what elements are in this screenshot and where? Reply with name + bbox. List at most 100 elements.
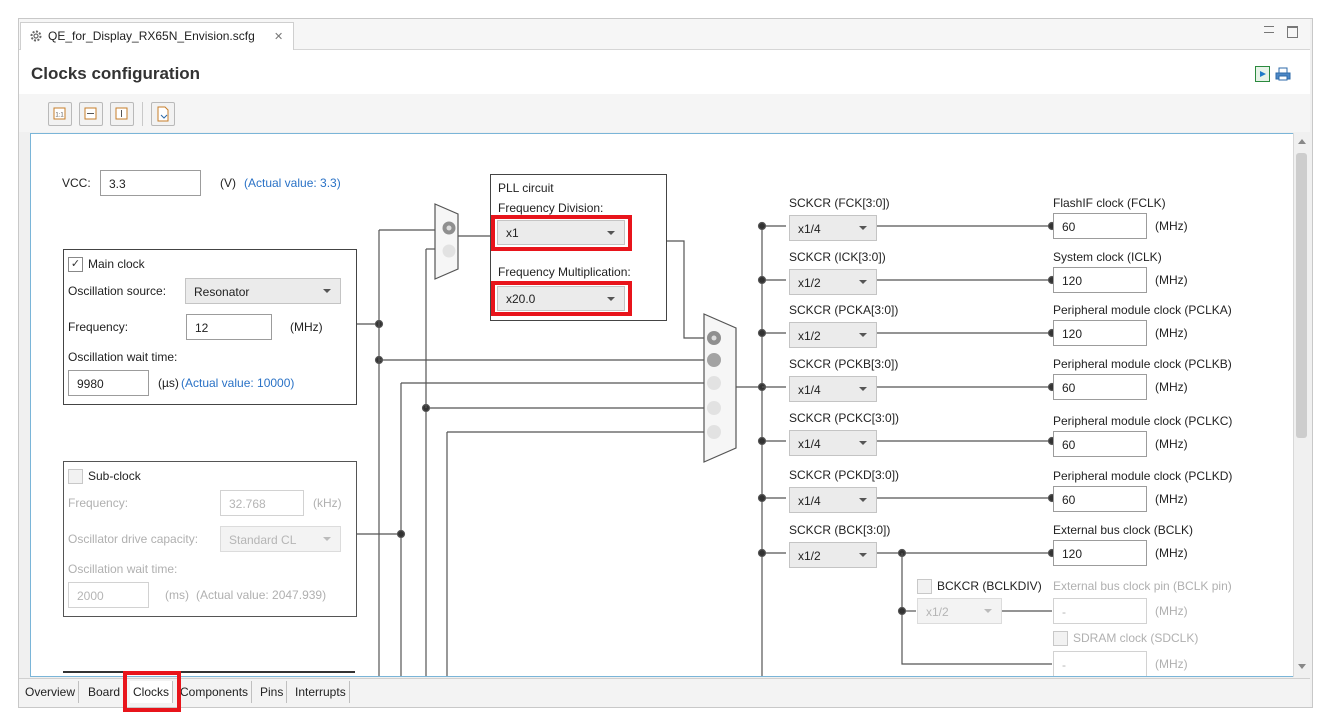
divider-select[interactable]: x1/4: [789, 430, 877, 456]
sub-clock-checkbox[interactable]: [68, 469, 83, 484]
divider-select[interactable]: x1/4: [789, 487, 877, 513]
vcc-label: VCC:: [62, 176, 91, 190]
fit-size-button[interactable]: 1:1: [48, 102, 72, 126]
drive-capacity-select[interactable]: Standard CL: [220, 526, 341, 552]
sdram-value[interactable]: -: [1053, 651, 1147, 676]
oscillation-wait-label: Oscillation wait time:: [68, 350, 178, 364]
next-panel-edge: [63, 671, 355, 676]
main-clock-label: Main clock: [88, 257, 145, 271]
output-clock-label: Peripheral module clock (PCLKD): [1053, 469, 1233, 483]
divider-label: SCKCR (PCKC[3:0]): [789, 411, 900, 425]
sdram-label: SDRAM clock (SDCLK): [1073, 631, 1199, 645]
divider-value: x1/4: [798, 494, 821, 508]
output-clock-label: Peripheral module clock (PCLKC): [1053, 414, 1233, 428]
drive-capacity-label: Oscillator drive capacity:: [68, 532, 199, 546]
tab-overview[interactable]: Overview: [22, 681, 80, 703]
oscillation-source-value: Resonator: [194, 285, 250, 299]
gear-icon: [29, 29, 43, 46]
output-clock-row: Peripheral module clock (PCLKB) 60 (MHz): [1053, 357, 1283, 413]
bckcr-label: BCKCR (BCLKDIV): [937, 579, 1042, 593]
tab-pins[interactable]: Pins: [257, 681, 288, 703]
vcc-unit: (V): [220, 176, 236, 190]
output-clock-value[interactable]: 60: [1053, 374, 1147, 400]
divider-row: SCKCR (PCKD[3:0]) x1/4: [789, 468, 929, 528]
output-clock-unit: (MHz): [1155, 546, 1188, 560]
output-clock-row: External bus clock (BCLK) 120 (MHz): [1053, 523, 1283, 579]
output-clock-label: System clock (ICLK): [1053, 250, 1162, 264]
frequency-label: Frequency:: [68, 320, 129, 334]
output-clock-row: Peripheral module clock (PCLKA) 120 (MHz…: [1053, 303, 1283, 359]
output-clock-value[interactable]: 120: [1053, 540, 1147, 566]
page-title: Clocks configuration: [31, 64, 201, 83]
oscillation-wait-input[interactable]: 9980: [68, 370, 149, 396]
file-tab[interactable]: QE_for_Display_RX65N_Envision.scfg ✕: [20, 22, 294, 50]
tab-board[interactable]: Board: [85, 681, 125, 703]
main-clock-checkbox[interactable]: ✓: [68, 257, 83, 272]
sub-wait-input[interactable]: 2000: [68, 582, 149, 608]
bclk-pin-value[interactable]: -: [1053, 598, 1147, 624]
pll-multiplication-select[interactable]: x20.0: [497, 286, 625, 311]
sdram-checkbox[interactable]: [1053, 631, 1068, 646]
sub-wait-actual: (Actual value: 2047.939): [196, 588, 327, 602]
divider-select[interactable]: x1/4: [789, 376, 877, 402]
output-clock-label: External bus clock (BCLK): [1053, 523, 1194, 537]
sdram-unit: (MHz): [1155, 657, 1188, 671]
divider-select[interactable]: x1/2: [789, 542, 877, 568]
divider-select[interactable]: x1/2: [789, 322, 877, 348]
tab-interrupts[interactable]: Interrupts: [292, 681, 350, 703]
main-frequency-input[interactable]: 12: [186, 314, 272, 340]
sub-clock-panel: Sub-clock Frequency: 32.768 (kHz) Oscill…: [63, 461, 357, 617]
scroll-down-icon[interactable]: [1298, 664, 1306, 669]
scrollbar-thumb[interactable]: [1296, 153, 1307, 438]
output-clock-label: Peripheral module clock (PCLKA): [1053, 303, 1232, 317]
sub-frequency-input[interactable]: 32.768: [220, 490, 304, 516]
divider-select[interactable]: x1/4: [789, 215, 877, 241]
bottom-tab-bar: Overview Board Clocks Components Pins In…: [19, 678, 1310, 707]
vcc-input[interactable]: 3.3: [100, 170, 201, 196]
maximize-icon[interactable]: [1287, 26, 1298, 38]
fit-height-button[interactable]: [110, 102, 134, 126]
tab-components[interactable]: Components: [177, 681, 253, 703]
pll-division-value: x1: [506, 226, 519, 240]
output-clock-row: FlashIF clock (FCLK) 60 (MHz): [1053, 196, 1283, 252]
pll-division-select[interactable]: x1: [497, 220, 625, 245]
divider-label: SCKCR (PCKA[3:0]): [789, 303, 899, 317]
output-clock-value[interactable]: 60: [1053, 431, 1147, 457]
minimize-icon[interactable]: [1264, 26, 1274, 33]
divider-value: x1/2: [798, 276, 821, 290]
output-clock-unit: (MHz): [1155, 380, 1188, 394]
output-clock-value[interactable]: 120: [1053, 267, 1147, 293]
pll-multiplication-label: Frequency Multiplication:: [498, 265, 631, 279]
main-clock-panel: ✓ Main clock Oscillation source: Resonat…: [63, 249, 357, 405]
oscillation-wait-unit: (µs): [158, 376, 179, 390]
clocks-tab-highlight: [123, 671, 181, 712]
divider-label: SCKCR (FCK[3:0]): [789, 196, 890, 210]
output-clock-label: FlashIF clock (FCLK): [1053, 196, 1166, 210]
divider-label: SCKCR (BCK[3:0]): [789, 523, 891, 537]
sub-frequency-label: Frequency:: [68, 496, 129, 510]
scroll-up-icon[interactable]: [1298, 139, 1306, 144]
pll-division-label: Frequency Division:: [498, 201, 604, 215]
output-clock-row: Peripheral module clock (PCLKC) 60 (MHz): [1053, 414, 1283, 470]
divider-select[interactable]: x1/2: [789, 269, 877, 295]
print-icon[interactable]: [1275, 67, 1291, 84]
generate-code-icon[interactable]: [1255, 66, 1270, 82]
fit-width-button[interactable]: [79, 102, 103, 126]
divider-row: SCKCR (FCK[3:0]) x1/4: [789, 196, 929, 256]
file-tab-label: QE_for_Display_RX65N_Envision.scfg: [48, 29, 255, 43]
vcc-actual: (Actual value: 3.3): [244, 176, 341, 190]
bckcr-checkbox[interactable]: [917, 579, 932, 594]
close-icon[interactable]: ✕: [274, 30, 283, 43]
output-clock-value[interactable]: 60: [1053, 213, 1147, 239]
output-clock-value[interactable]: 60: [1053, 486, 1147, 512]
toolbar-separator: [142, 102, 143, 126]
clock-diagram-canvas: VCC: 3.3 (V) (Actual value: 3.3) ✓ Main …: [30, 133, 1298, 677]
bclk-pin-unit: (MHz): [1155, 604, 1188, 618]
output-clock-value[interactable]: 120: [1053, 320, 1147, 346]
divider-row: SCKCR (PCKB[3:0]) x1/4: [789, 357, 929, 417]
bclk-pin-label: External bus clock pin (BCLK pin): [1053, 579, 1232, 593]
oscillation-source-select[interactable]: Resonator: [185, 278, 341, 304]
vertical-scrollbar[interactable]: [1293, 133, 1310, 677]
export-button[interactable]: [151, 102, 175, 126]
bckcr-select[interactable]: x1/2: [917, 598, 1002, 624]
